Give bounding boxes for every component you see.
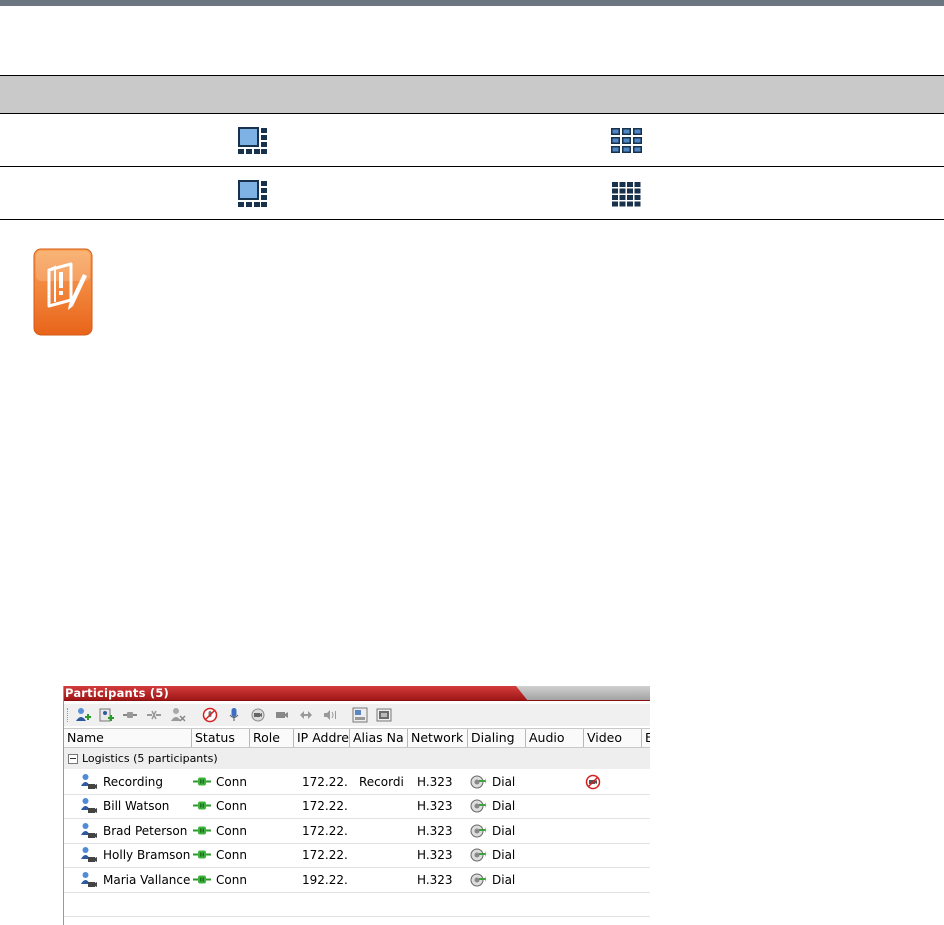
column-header-alias-name[interactable]: Alias Na <box>350 729 408 747</box>
participant-icon <box>81 822 97 838</box>
panel-title: Participants (5) <box>65 686 169 700</box>
participant-ip: 172.22. <box>302 823 348 838</box>
participant-name: Recording <box>103 775 164 789</box>
add-participant-icon[interactable] <box>75 707 91 723</box>
participant-ip: 172.22. <box>302 799 348 814</box>
participant-network: H.323 <box>417 823 453 838</box>
participant-status: Conn <box>216 775 247 789</box>
participant-status: Conn <box>216 872 247 887</box>
suspend-video-icon[interactable] <box>250 707 266 723</box>
empty-row <box>64 892 650 917</box>
participant-name: Holly Bramson <box>103 848 191 863</box>
toolbar-grip[interactable] <box>67 708 70 722</box>
change-role-icon[interactable] <box>298 707 314 723</box>
grid-header: Name Status Role IP Addre Alias Na Netwo… <box>64 728 650 748</box>
connected-status-icon <box>193 801 211 810</box>
participant-dialing: Dial <box>492 848 516 863</box>
dial-out-icon <box>470 873 486 887</box>
add-from-address-book-icon[interactable] <box>98 707 114 723</box>
participant-ip: 192.22. <box>302 872 348 887</box>
column-header-name[interactable]: Name <box>64 729 192 747</box>
participant-icon <box>81 798 97 814</box>
participant-icon <box>81 871 97 887</box>
participant-row[interactable]: Brad Peterson Conn 172.22. H.323 Dial <box>64 819 650 844</box>
dial-out-icon <box>470 775 486 789</box>
participant-dialing: Dial <box>492 799 516 814</box>
document-top-bar <box>0 0 944 6</box>
column-header-dialing[interactable]: Dialing <box>468 729 526 747</box>
video-icon[interactable] <box>274 707 290 723</box>
layout-table-row <box>0 167 944 220</box>
participant-row[interactable]: Maria Vallance Conn 192.22. H.323 Dial <box>64 868 650 893</box>
column-header-role[interactable]: Role <box>250 729 294 747</box>
connected-status-icon <box>193 826 211 835</box>
participant-network: H.323 <box>417 848 453 863</box>
collapse-toggle-icon[interactable] <box>68 754 78 764</box>
participant-dialing: Dial <box>492 823 516 838</box>
column-header-network[interactable]: Network <box>408 729 468 747</box>
grid-4x4-layout-icon <box>612 182 641 207</box>
column-header-audio[interactable]: Audio <box>526 729 584 747</box>
dial-out-icon <box>470 848 486 862</box>
connected-status-icon <box>193 777 211 786</box>
layout-table-row <box>0 114 944 167</box>
column-header-video[interactable]: Video <box>584 729 642 747</box>
large-plus-strip-layout-icon <box>238 180 267 207</box>
large-plus-strip-layout-icon <box>237 126 269 156</box>
column-header-status[interactable]: Status <box>192 729 250 747</box>
participant-network: H.323 <box>417 872 453 887</box>
participant-row[interactable]: Recording Conn 172.22. Recordi H.323 Dial <box>64 770 650 795</box>
participant-icon <box>81 774 97 789</box>
layout-table-header <box>0 75 944 114</box>
connected-status-icon <box>193 875 211 884</box>
participants-toolbar <box>64 704 650 726</box>
connect-icon[interactable] <box>122 707 138 723</box>
mute-audio-icon[interactable] <box>202 707 218 723</box>
note-warning-icon <box>33 248 93 336</box>
grid-3x3-layout-icon <box>611 128 642 153</box>
video-muted-icon <box>585 774 601 790</box>
column-header-ip-address[interactable]: IP Addre <box>294 729 350 747</box>
participant-row[interactable]: Holly Bramson Conn 172.22. H.323 Dial <box>64 843 650 869</box>
participant-status: Conn <box>216 799 247 814</box>
group-label: Logistics (5 participants) <box>82 752 218 765</box>
connected-status-icon <box>193 850 211 859</box>
layout-table <box>0 75 944 220</box>
participant-dialing: Dial <box>492 872 516 887</box>
microphone-icon[interactable] <box>226 707 242 723</box>
participant-network: H.323 <box>417 799 453 814</box>
participant-status: Conn <box>216 848 247 863</box>
delete-participant-icon[interactable] <box>170 707 186 723</box>
participant-alias: Recordi <box>359 775 404 789</box>
participant-dialing: Dial <box>492 775 516 789</box>
participants-panel: Participants (5) Name Status Role IP Add… <box>63 686 650 925</box>
layout-icon[interactable] <box>352 707 368 723</box>
participant-name: Bill Watson <box>103 799 170 814</box>
participant-network: H.323 <box>417 775 453 789</box>
video-settings-icon[interactable] <box>376 707 392 723</box>
disconnect-icon[interactable] <box>146 707 162 723</box>
participant-icon <box>81 847 97 863</box>
participant-name: Maria Vallance <box>103 872 191 887</box>
dial-out-icon <box>470 824 486 838</box>
dial-out-icon <box>470 799 486 813</box>
participant-row[interactable]: Bill Watson Conn 172.22. H.323 Dial <box>64 794 650 820</box>
group-row[interactable]: Logistics (5 participants) <box>64 748 650 769</box>
column-header-extra[interactable]: E <box>642 729 650 747</box>
audio-volume-icon[interactable] <box>322 707 338 723</box>
participant-status: Conn <box>216 823 247 838</box>
participant-ip: 172.22. <box>302 848 348 863</box>
participant-ip: 172.22. <box>302 775 348 789</box>
participant-name: Brad Peterson <box>103 823 188 838</box>
